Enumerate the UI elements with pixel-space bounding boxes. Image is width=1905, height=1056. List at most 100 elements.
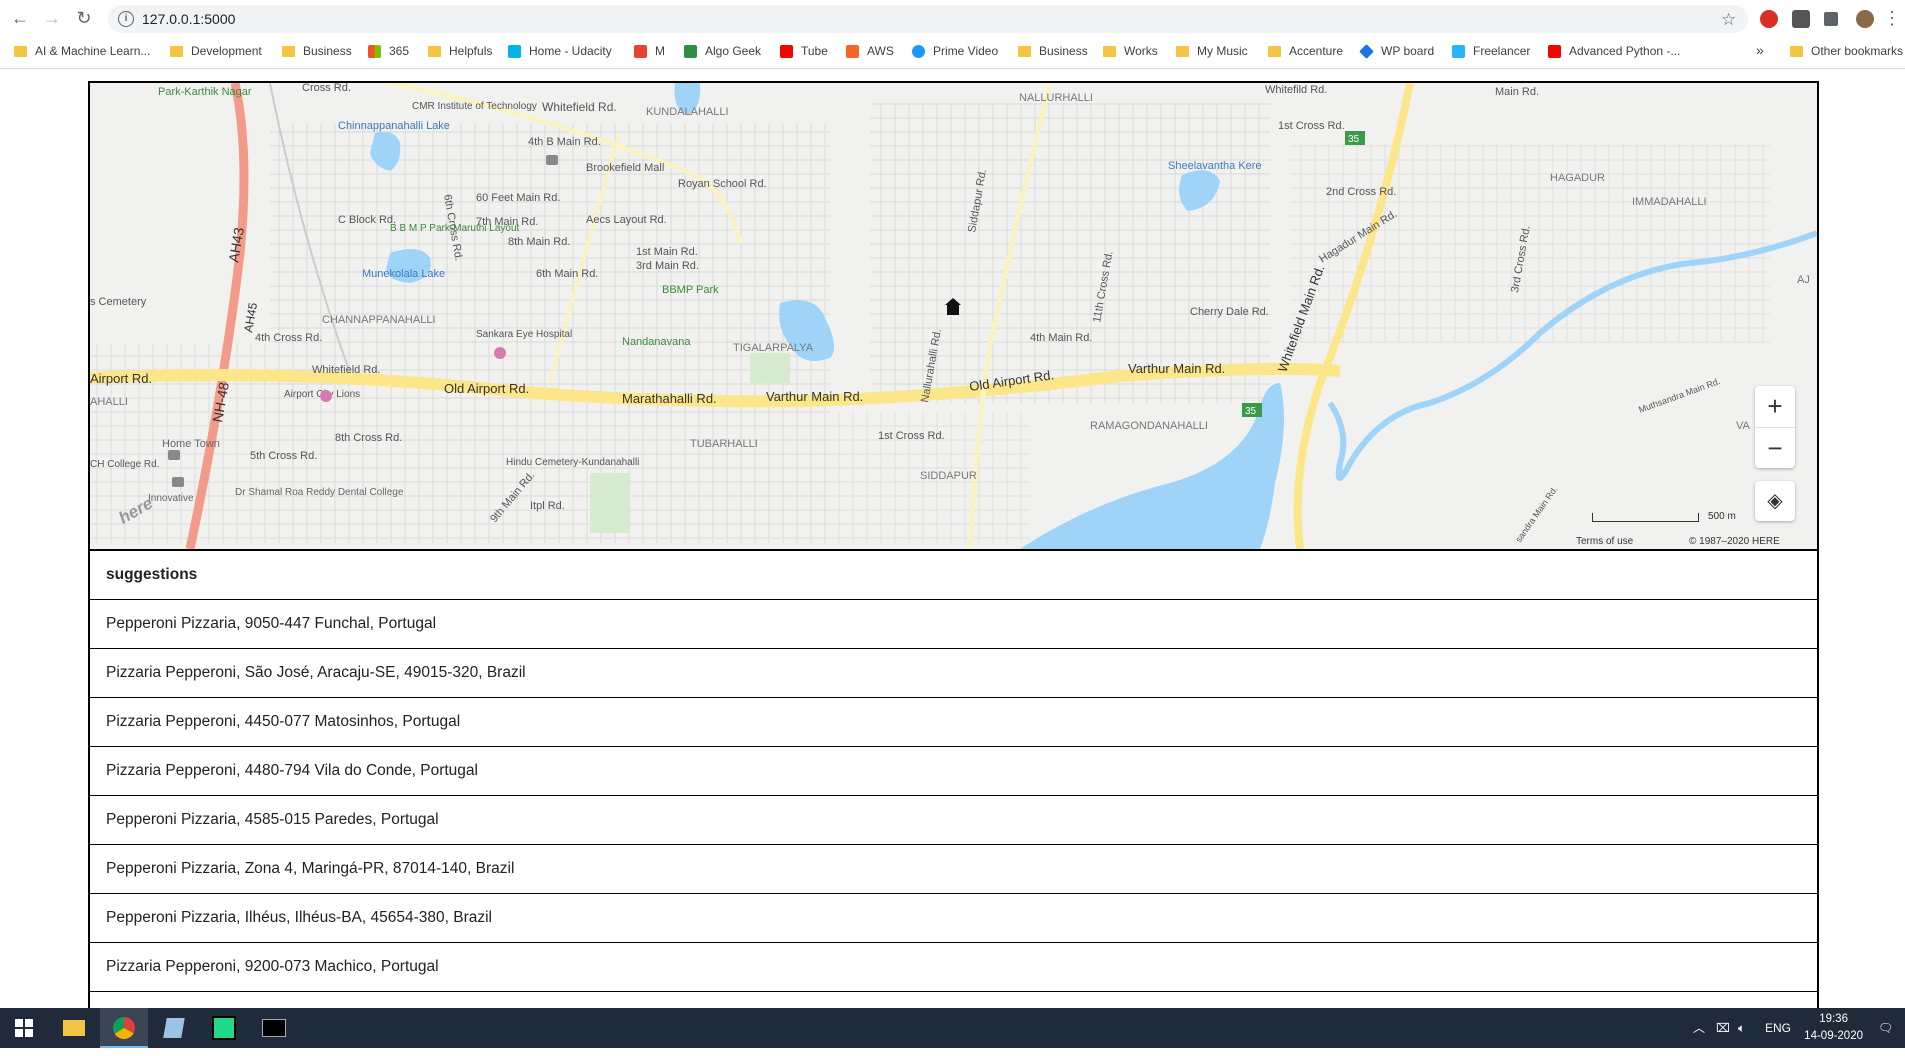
bookmark-item[interactable]: Algo Geek: [684, 44, 761, 58]
notification-icon[interactable]: 🗨︎: [1878, 1008, 1893, 1048]
map-label: s Cemetery: [90, 296, 147, 308]
volume-icon[interactable]: 🔈︎: [1738, 1008, 1745, 1048]
map-label: Home Town: [162, 438, 220, 450]
bookmark-item[interactable]: Advanced Python -...: [1548, 44, 1680, 58]
suggestion-item[interactable]: Pepperoni Pizzaria, 4585-015 Paredes, Po…: [90, 795, 1817, 845]
notepad-icon[interactable]: [150, 1008, 198, 1048]
suggestion-item[interactable]: Pizzaria Pepperoni, 9200-073 Machico, Po…: [90, 942, 1817, 992]
map-label: Itpl Rd.: [530, 500, 565, 512]
map-label: 8th Main Rd.: [508, 236, 570, 248]
zoom-out-button[interactable]: −: [1755, 428, 1795, 469]
map-label: Munekolala Lake: [362, 268, 445, 280]
forward-icon[interactable]: →: [42, 8, 62, 28]
bookmark-item[interactable]: WP board: [1359, 43, 1434, 59]
shop-marker-icon[interactable]: [172, 477, 184, 487]
language-indicator[interactable]: ENG: [1765, 1008, 1791, 1048]
svg-text:35: 35: [1245, 406, 1257, 417]
bookmark-item[interactable]: Prime Video: [912, 44, 998, 58]
map-label: 7th Main Rd.: [476, 216, 538, 228]
udacity-icon: [508, 44, 521, 58]
mall-marker-icon[interactable]: [546, 155, 558, 165]
map-label: Whitefield Rd.: [312, 364, 380, 376]
map-label: 60 Feet Main Rd.: [476, 192, 560, 204]
selenium-icon[interactable]: [1792, 10, 1810, 28]
map-label: CHANNAPPANAHALLI: [322, 314, 436, 326]
map-label: 6th Main Rd.: [536, 268, 598, 280]
map-label: 3rd Main Rd.: [636, 260, 699, 272]
other-bookmarks[interactable]: Other bookmarks: [1790, 44, 1903, 58]
map-label: Cherry Dale Rd.: [1190, 306, 1269, 318]
map-label: Nandanavana: [622, 336, 691, 348]
map-canvas[interactable]: Park-Karthik Nagar Cross Rd. CMR Institu…: [90, 83, 1817, 549]
network-icon[interactable]: ⌧: [1716, 1008, 1730, 1048]
url-text[interactable]: 127.0.0.1:5000: [142, 11, 235, 27]
start-button[interactable]: [0, 1008, 48, 1048]
bookmark-item[interactable]: Works: [1103, 44, 1158, 58]
terminal-icon[interactable]: [250, 1008, 298, 1048]
bookmark-item[interactable]: M: [634, 44, 665, 58]
bookmark-item[interactable]: Home - Udacity: [508, 44, 612, 58]
map-label: 4th Cross Rd.: [255, 332, 322, 344]
map-label: 2nd Cross Rd.: [1326, 186, 1396, 198]
map-label: 4th Main Rd.: [1030, 332, 1092, 344]
profile-avatar[interactable]: [1856, 10, 1874, 28]
suggestion-item[interactable]: Pizzaria Pepperoni, 4480-794 Vila do Con…: [90, 746, 1817, 796]
map-label: 5th Cross Rd.: [250, 450, 317, 462]
bookmark-item[interactable]: AWS: [846, 44, 894, 58]
suggestion-item[interactable]: Pizzaria Pepperoni, 4450-077 Matosinhos,…: [90, 697, 1817, 747]
info-icon[interactable]: i: [118, 11, 134, 27]
menu-icon[interactable]: ⋮: [1882, 8, 1902, 28]
reload-icon[interactable]: ↻: [74, 8, 94, 28]
bookmark-item[interactable]: 365: [368, 44, 409, 58]
file-explorer-icon[interactable]: [50, 1008, 98, 1048]
adblock-icon[interactable]: [1760, 10, 1778, 28]
scale-bar: [1592, 513, 1699, 522]
extensions-icon[interactable]: [1824, 12, 1838, 26]
suggestion-item[interactable]: Pepperoni Pizzaria, 9050-447 Funchal, Po…: [90, 599, 1817, 649]
zoom-in-button[interactable]: +: [1755, 386, 1795, 428]
windows-taskbar: ︿ ⌧ 🔈︎ ENG 19:36 14-09-2020 🗨︎: [0, 1008, 1905, 1048]
layers-button[interactable]: ◈: [1755, 481, 1795, 521]
map-label: TIGALARPALYA: [733, 342, 814, 354]
suggestion-item[interactable]: Pepperoni Pizzaria, Zona 4, Maringá-PR, …: [90, 844, 1817, 894]
map-label: IMMADAHALLI: [1632, 196, 1707, 208]
bookmark-item[interactable]: Freelancer: [1452, 44, 1530, 58]
pycharm-icon[interactable]: [200, 1008, 248, 1048]
bookmark-item[interactable]: Development: [170, 44, 262, 58]
bookmark-item[interactable]: My Music: [1176, 44, 1248, 58]
folder-icon: [14, 45, 27, 57]
suggestions-table: suggestions Pepperoni Pizzaria, 9050-447…: [88, 549, 1819, 1009]
map-view[interactable]: Park-Karthik Nagar Cross Rd. CMR Institu…: [88, 81, 1819, 551]
bookmark-item[interactable]: Accenture: [1268, 44, 1343, 58]
folder-icon: [170, 45, 183, 57]
suggestion-item[interactable]: Pizzaria Pepperoni, São José, Aracaju-SE…: [90, 648, 1817, 698]
bookmark-item[interactable]: Tube: [780, 44, 828, 58]
folder-icon: [282, 45, 295, 57]
chrome-icon[interactable]: [100, 1008, 148, 1048]
map-label: Old Airport Rd.: [444, 381, 529, 396]
shop-marker-icon[interactable]: [168, 450, 180, 460]
chevron-up-icon[interactable]: ︿: [1693, 1008, 1705, 1048]
bookmark-item[interactable]: Helpfuls: [428, 44, 492, 58]
youtube-icon: [1548, 44, 1561, 58]
star-icon[interactable]: ☆: [1721, 10, 1736, 30]
folder-icon: [1103, 45, 1116, 57]
suggestion-item[interactable]: Pepperoni Pizzaria, Ilhéus, Ilhéus-BA, 4…: [90, 893, 1817, 943]
folder-icon: [428, 45, 441, 57]
map-label: Marathahalli Rd.: [622, 391, 717, 406]
map-label: Main Rd.: [1495, 86, 1539, 98]
map-label: Aecs Layout Rd.: [586, 214, 667, 226]
map-label: VA: [1736, 420, 1751, 432]
back-icon[interactable]: ←: [10, 8, 30, 28]
terms-link[interactable]: Terms of use: [1576, 536, 1633, 547]
bookmarks-overflow[interactable]: »: [1756, 42, 1764, 58]
clock[interactable]: 19:36 14-09-2020: [1804, 1011, 1863, 1045]
hospital-marker-icon[interactable]: [320, 390, 332, 402]
address-bar[interactable]: i 127.0.0.1:5000: [108, 5, 1748, 33]
suggestion-item-empty[interactable]: [90, 991, 1817, 1009]
bookmark-item[interactable]: Business: [1018, 44, 1088, 58]
bookmark-item[interactable]: AI & Machine Learn...: [14, 44, 150, 58]
hospital-marker-icon[interactable]: [494, 347, 506, 359]
map-label: Whitefild Rd.: [1265, 84, 1327, 96]
bookmark-item[interactable]: Business: [282, 44, 352, 58]
